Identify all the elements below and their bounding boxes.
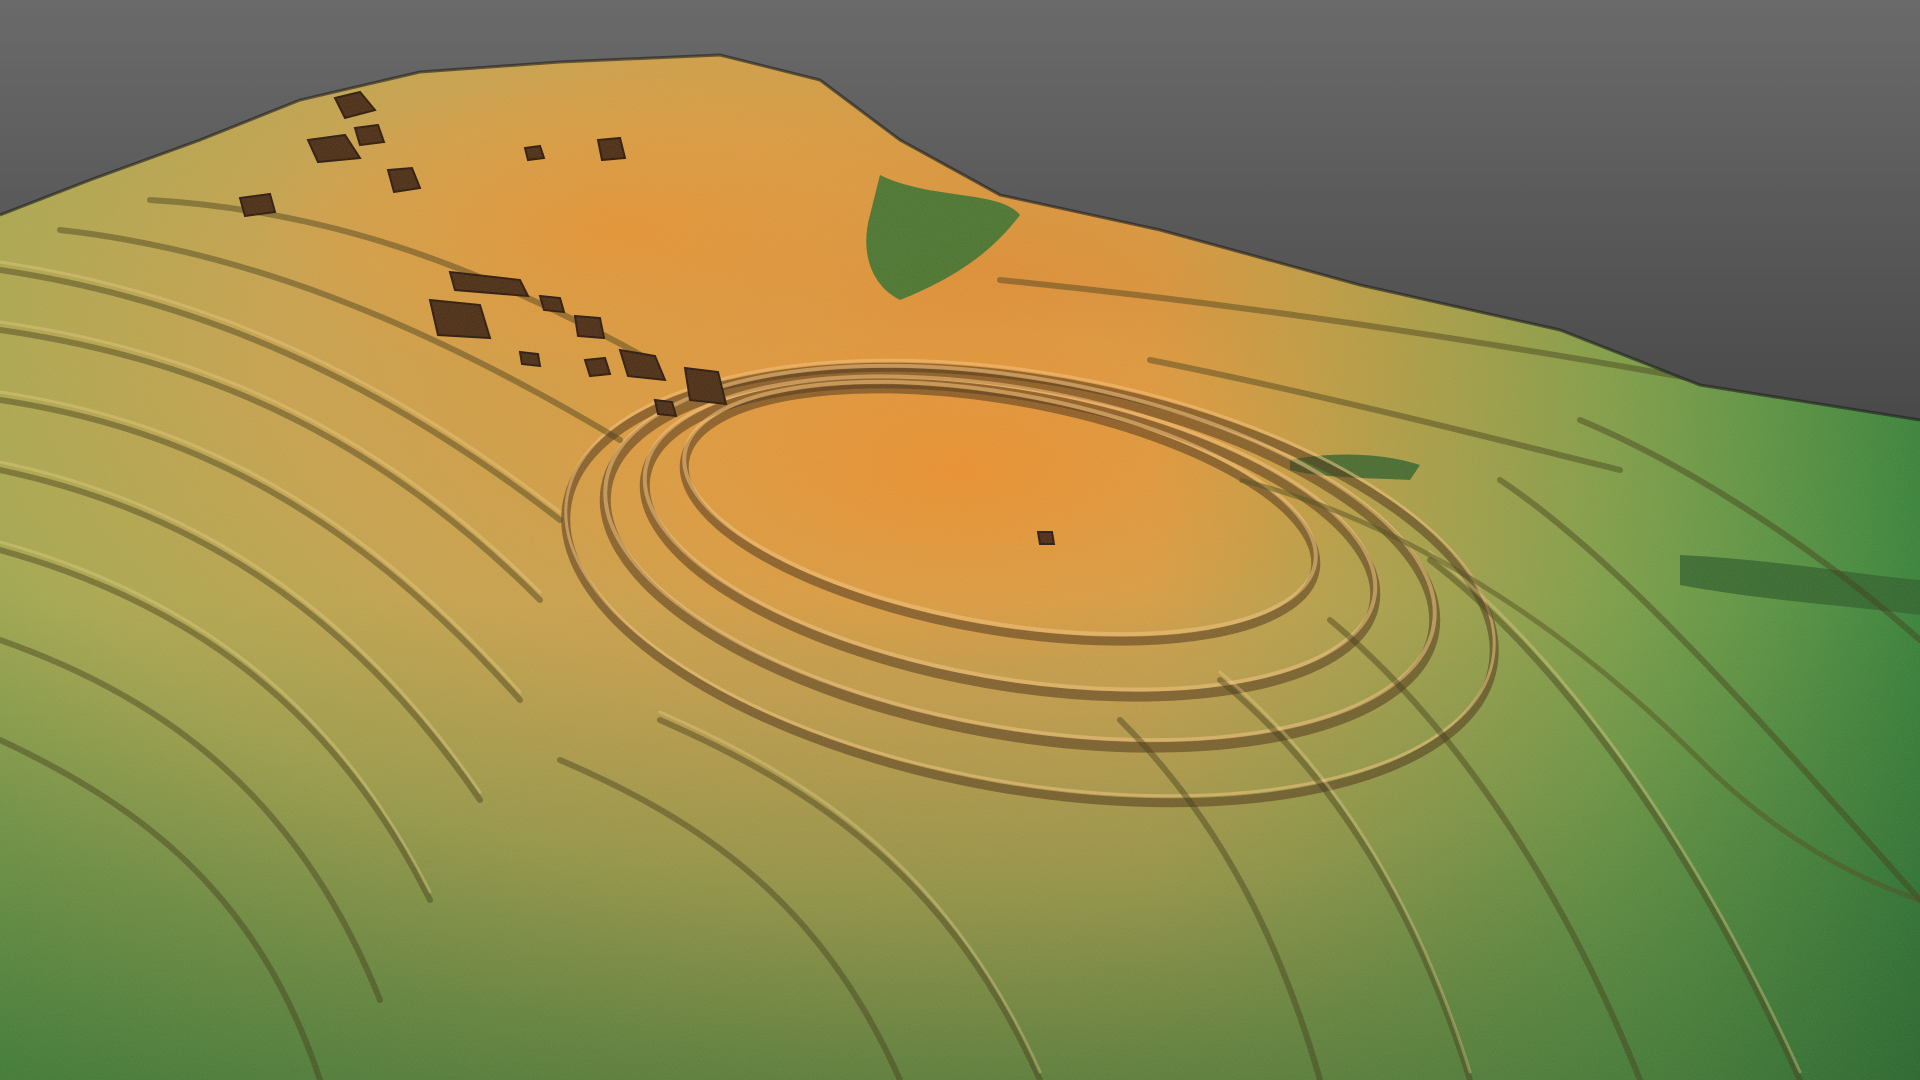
terrain-render — [0, 0, 1920, 1080]
